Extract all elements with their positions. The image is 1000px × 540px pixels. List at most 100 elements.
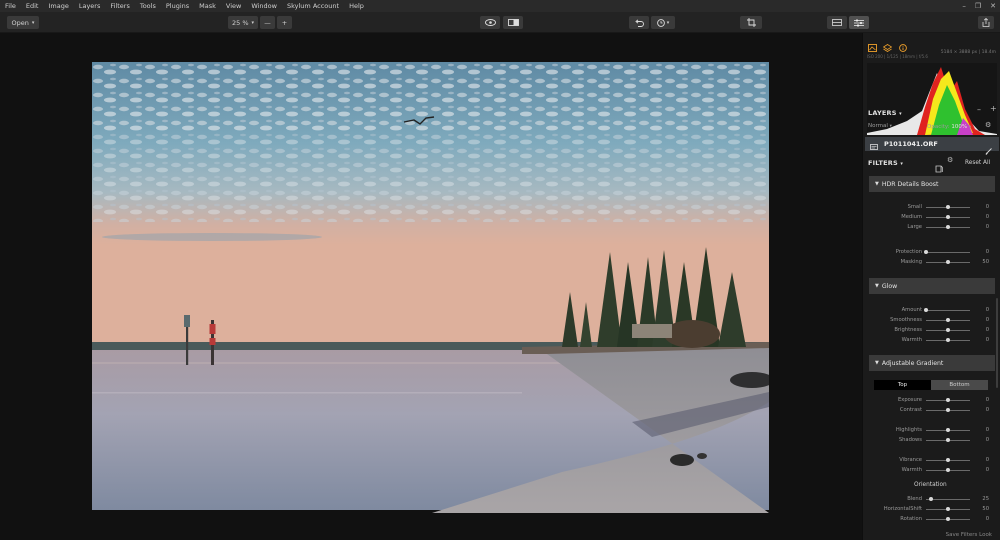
slider-label: Medium — [901, 214, 922, 220]
menu-filters[interactable]: Filters — [105, 2, 134, 10]
slider-exposure[interactable]: Exposure 0 — [869, 396, 995, 405]
gradient-top-bottom-toggle[interactable]: Top Bottom — [874, 380, 988, 390]
menu-plugins[interactable]: Plugins — [161, 2, 194, 10]
chevron-down-icon: ▾ — [968, 125, 972, 130]
slider-brightness[interactable]: Brightness 0 — [869, 326, 995, 335]
slider-gradient-warmth[interactable]: Warmth 0 — [869, 466, 995, 475]
slider-knob[interactable] — [924, 308, 928, 312]
slider-track[interactable] — [926, 252, 970, 253]
slider-knob[interactable] — [946, 438, 950, 442]
add-layer-button[interactable]: + — [990, 105, 997, 113]
slider-knob[interactable] — [924, 250, 928, 254]
menu-layers[interactable]: Layers — [74, 2, 106, 10]
blend-mode-dropdown[interactable]: Normal ▾ — [868, 123, 892, 129]
menu-file[interactable]: File — [0, 2, 21, 10]
menu-tools[interactable]: Tools — [135, 2, 161, 10]
slider-large[interactable]: Large 0 — [869, 223, 995, 232]
chevron-down-icon: ▾ — [900, 161, 904, 167]
menu-image[interactable]: Image — [43, 2, 73, 10]
slider-smoothness[interactable]: Smoothness 0 — [869, 316, 995, 325]
slider-knob[interactable] — [946, 408, 950, 412]
chevron-down-icon: ▾ — [666, 19, 670, 26]
slider-knob[interactable] — [946, 318, 950, 322]
slider-vibrance[interactable]: Vibrance 0 — [869, 456, 995, 465]
slider-horizontal-shift[interactable]: HorizontalShift 50 — [869, 505, 995, 514]
presets-button[interactable] — [827, 16, 847, 29]
zoom-out-button[interactable]: — — [260, 16, 275, 29]
layer-row-selected[interactable]: P1011041.ORF — [865, 135, 999, 155]
slider-rotation[interactable]: Rotation 0 — [869, 515, 995, 524]
slider-contrast[interactable]: Contrast 0 — [869, 406, 995, 415]
save-filters-look-button[interactable]: Save Filters Look — [946, 532, 992, 538]
close-icon[interactable]: ✕ — [990, 2, 996, 10]
image-layer-icon — [870, 135, 878, 154]
slider-knob[interactable] — [946, 398, 950, 402]
chevron-down-icon: ▾ — [899, 111, 902, 117]
slider-label: Large — [907, 224, 922, 230]
remove-layer-button[interactable]: – — [977, 106, 981, 114]
slider-shadows[interactable]: Shadows 0 — [869, 436, 995, 445]
reset-all-button[interactable]: Reset All — [965, 160, 990, 166]
layers-title[interactable]: LAYERS ▾ — [868, 109, 902, 117]
filter-card-glow[interactable]: ▼ Glow — [869, 278, 995, 294]
slider-medium[interactable]: Medium 0 — [869, 213, 995, 222]
slider-protection[interactable]: Protection 0 — [869, 248, 995, 257]
slider-knob[interactable] — [929, 497, 934, 501]
filters-title[interactable]: FILTERS ▾ — [868, 159, 903, 167]
restore-icon[interactable]: ❐ — [975, 2, 981, 10]
slider-knob[interactable] — [946, 205, 950, 209]
zoom-in-button[interactable]: + — [277, 16, 292, 29]
layer-settings-gear-icon[interactable]: ⚙ — [985, 122, 991, 129]
slider-track[interactable] — [926, 310, 970, 311]
filter-card-hdr-details-boost[interactable]: ▼ HDR Details Boost — [869, 176, 995, 192]
slider-amount[interactable]: Amount 0 — [869, 306, 995, 315]
toggle-top[interactable]: Top — [874, 380, 931, 390]
slider-masking[interactable]: Masking 50 — [869, 258, 995, 267]
filters-gear-icon[interactable]: ⚙ — [947, 157, 953, 164]
slider-value: 0 — [985, 516, 989, 522]
slider-knob[interactable] — [946, 517, 950, 521]
image-canvas[interactable] — [0, 33, 862, 540]
menu-view[interactable]: View — [221, 2, 246, 10]
history-button[interactable]: ▾ — [651, 16, 675, 29]
slider-knob[interactable] — [946, 328, 950, 332]
filter-catalog-icon[interactable] — [935, 158, 943, 177]
slider-knob[interactable] — [946, 458, 950, 462]
minimize-icon[interactable]: – — [962, 2, 966, 10]
slider-warmth[interactable]: Warmth 0 — [869, 336, 995, 345]
slider-knob[interactable] — [946, 215, 950, 219]
menu-skylum-account[interactable]: Skylum Account — [282, 2, 344, 10]
slider-label: Protection — [895, 249, 922, 255]
slider-knob[interactable] — [946, 338, 950, 342]
compare-button[interactable] — [503, 16, 523, 29]
slider-blend[interactable]: Blend 25 — [869, 495, 995, 504]
slider-label: Rotation — [900, 516, 922, 522]
menu-window[interactable]: Window — [246, 2, 282, 10]
slider-knob[interactable] — [946, 507, 950, 511]
menu-help[interactable]: Help — [344, 2, 369, 10]
preview-button[interactable] — [480, 16, 500, 29]
slider-label: HorizontalShift — [883, 506, 922, 512]
slider-small[interactable]: Small 0 — [869, 203, 995, 212]
share-button[interactable] — [978, 16, 994, 29]
slider-highlights[interactable]: Highlights 0 — [869, 426, 995, 435]
menu-mask[interactable]: Mask — [194, 2, 221, 10]
panel-scrollbar[interactable] — [996, 298, 998, 388]
layer-name: P1011041.ORF — [884, 140, 938, 148]
toggle-bottom[interactable]: Bottom — [931, 380, 988, 390]
crop-button[interactable] — [740, 16, 762, 29]
opacity-control[interactable]: Opacity: 100% ▾ — [927, 124, 971, 130]
slider-knob[interactable] — [946, 260, 950, 264]
slider-knob[interactable] — [946, 428, 950, 432]
slider-knob[interactable] — [946, 225, 950, 229]
undo-button[interactable] — [629, 16, 649, 29]
filters-panel-button[interactable] — [849, 16, 869, 29]
menu-edit[interactable]: Edit — [21, 2, 44, 10]
brush-icon[interactable] — [985, 140, 992, 159]
photo-preview[interactable] — [92, 62, 769, 513]
slider-knob[interactable] — [946, 468, 950, 472]
zoom-dropdown[interactable]: 25 % ▾ — [228, 16, 258, 29]
top-toolbar: Open ▾ 25 % ▾ — + ▾ — [0, 12, 1000, 33]
filter-card-adjustable-gradient[interactable]: ▼ Adjustable Gradient — [869, 355, 995, 371]
open-button[interactable]: Open ▾ — [7, 16, 39, 29]
